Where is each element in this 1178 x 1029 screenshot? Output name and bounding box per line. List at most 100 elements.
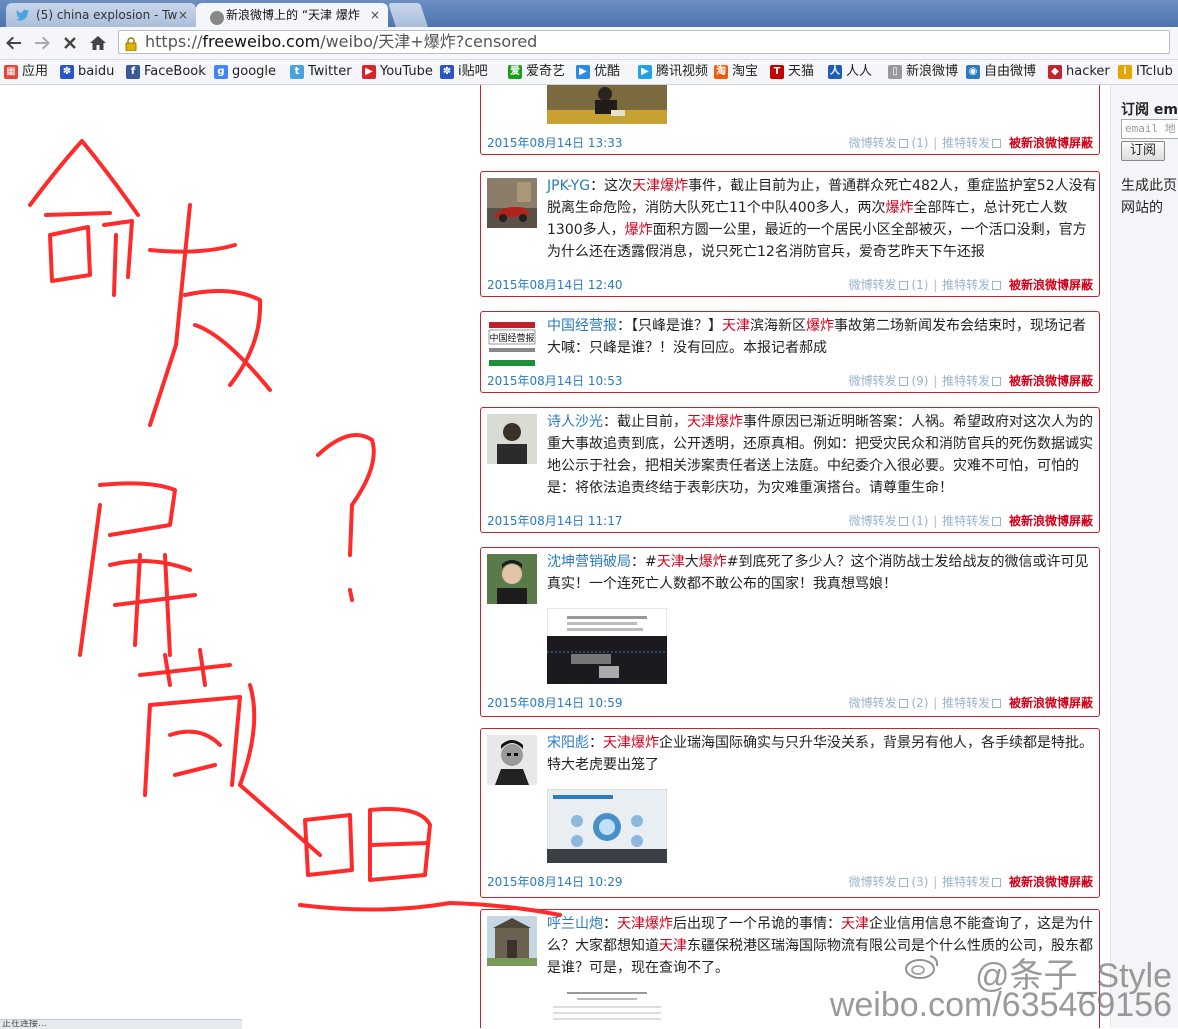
post-author[interactable]: 诗人沙光 [547, 414, 603, 430]
external-link-icon [898, 699, 908, 708]
paw-icon: ✽ [440, 65, 454, 79]
email-field[interactable]: email 地 [1121, 119, 1178, 139]
keyword-highlight: 爆炸 [660, 178, 689, 194]
shield-icon: ◆ [1048, 65, 1062, 79]
tab-freeweibo[interactable]: 新浪微博上的 “天津 爆炸 × [196, 3, 388, 27]
close-icon[interactable]: × [370, 3, 380, 27]
weibo-repost-link[interactable]: 微博转发 [849, 136, 908, 150]
svg-text:中国经营报: 中国经营报 [489, 332, 534, 344]
paw-icon: ✽ [60, 65, 74, 79]
keyword-highlight: 爆炸 [698, 554, 727, 570]
external-link-icon [992, 281, 1002, 290]
bookmark-item[interactable]: T 天猫 [770, 61, 814, 83]
tweet-repost-link[interactable]: 推特转发 [942, 136, 1002, 150]
weibo-repost-link[interactable]: 微博转发 [849, 374, 908, 388]
post-text-segment: 后出现了一个吊诡的事情： [673, 916, 841, 932]
post-actions: 微博转发 (9) | 推特转发 被新浪微博屏蔽 [849, 372, 1093, 390]
post-text-segment: 大 [684, 554, 699, 570]
avatar[interactable] [487, 916, 537, 966]
twitter-icon [16, 8, 30, 22]
post-author[interactable]: 呼兰山炮 [547, 916, 603, 932]
bookmark-item[interactable]: ✽ baidu [60, 61, 114, 83]
avatar[interactable] [487, 414, 537, 464]
post-text: JPK-YG：这次天津爆炸事件，截止目前为止，普通群众死亡482人，重症监护室5… [547, 175, 1097, 263]
bookmark-item[interactable]: 淘淘宝 [714, 61, 758, 83]
external-link-icon [898, 517, 908, 526]
close-icon[interactable]: × [178, 3, 188, 27]
bookmark-label: baidu [78, 64, 115, 79]
weibo-repost-link[interactable]: 微博转发 [849, 514, 908, 528]
bookmark-label: i贴吧 [458, 64, 488, 79]
back-button[interactable] [2, 31, 26, 55]
freeweibo-icon: ◉ [966, 65, 980, 79]
bookmark-item[interactable]: ▦ 应用 [4, 61, 48, 83]
twitter-icon: t [290, 65, 304, 79]
post-text-segment: ： [603, 916, 617, 932]
tab-twitter[interactable]: (5) china explosion - Tw × [6, 3, 196, 27]
iqiyi-icon: 爱 [508, 65, 522, 79]
bookmark-item[interactable]: ▯ 新浪微博 [888, 61, 958, 83]
tweet-repost-link[interactable]: 推特转发 [942, 514, 1002, 528]
subscribe-button[interactable]: 订阅 [1121, 141, 1165, 161]
weibo-repost-link[interactable]: 微博转发 [849, 696, 908, 710]
bookmark-item[interactable]: ◉ 自由微博 [966, 61, 1036, 83]
avatar[interactable] [487, 554, 537, 604]
subscribe-title: 订阅 ema [1121, 102, 1178, 118]
post-image[interactable] [547, 789, 667, 863]
bookmark-item[interactable]: ✽ i贴吧 [440, 61, 488, 83]
tab-strip: (5) china explosion - Tw × 新浪微博上的 “天津 爆炸… [0, 0, 1178, 27]
post-text: 呼兰山炮：天津爆炸后出现了一个吊诡的事情：天津企业信用信息不能查询了，这是为什么… [547, 913, 1097, 979]
youku-icon: ▶ [576, 65, 590, 79]
tweet-repost-link[interactable]: 推特转发 [942, 696, 1002, 710]
weibo-repost-link[interactable]: 微博转发 [849, 278, 908, 292]
bookmark-item[interactable]: f FaceBook [126, 61, 206, 83]
bookmark-item[interactable]: 人人人 [828, 61, 872, 83]
new-tab-button[interactable] [388, 3, 428, 27]
tweet-repost-link[interactable]: 推特转发 [942, 875, 1002, 889]
post-author[interactable]: 沈坤营销破局 [547, 554, 631, 570]
avatar[interactable] [487, 178, 537, 228]
post-actions: 微博转发 (1) | 推特转发 被新浪微博屏蔽 [849, 512, 1093, 530]
weibo-repost-link[interactable]: 微博转发 [849, 875, 908, 889]
bookmark-item[interactable]: i ITclub [1118, 61, 1173, 83]
youtube-icon: ▶ [362, 65, 376, 79]
taobao-icon: 淘 [714, 65, 728, 79]
bookmark-item[interactable]: ◆ hacker [1048, 61, 1110, 83]
avatar[interactable] [487, 735, 537, 785]
bookmark-item[interactable]: ▶ YouTube [362, 61, 433, 83]
keyword-highlight: 爆炸 [624, 222, 653, 238]
bookmark-item[interactable]: t Twitter [290, 61, 352, 83]
post-image[interactable] [547, 85, 667, 124]
post-date: 2015年08月14日 13:33 [487, 136, 623, 150]
home-button[interactable] [86, 31, 110, 55]
keyword-highlight: 爆炸 [631, 735, 659, 751]
address-bar[interactable]: https://freeweibo.com/weibo/天津+爆炸?censor… [118, 30, 1170, 54]
post-image[interactable] [547, 608, 667, 684]
separator: | [933, 696, 938, 710]
loading-icon [210, 11, 224, 25]
post-image[interactable] [547, 990, 667, 1028]
bookmark-item[interactable]: g google [214, 61, 276, 83]
stop-button[interactable] [58, 31, 82, 55]
external-link-icon [992, 517, 1002, 526]
bookmark-item[interactable]: ▶ 优酷 [576, 61, 620, 83]
forward-button[interactable] [30, 31, 54, 55]
sidebar-text: 生成此页高网站的 [1121, 178, 1178, 216]
repost-count: (1) [911, 278, 929, 292]
itclub-icon: i [1118, 65, 1132, 79]
post-author[interactable]: 宋阳彪 [547, 735, 589, 751]
tab-label: (5) china explosion - Tw [36, 8, 178, 22]
keyword-highlight: 爆炸 [645, 916, 673, 932]
avatar[interactable]: 中国经营报 [487, 318, 537, 368]
blocked-label: 被新浪微博屏蔽 [1008, 278, 1093, 292]
bookmark-item[interactable]: 爱爱奇艺 [508, 61, 565, 83]
facebook-icon: f [126, 65, 140, 79]
tweet-repost-link[interactable]: 推特转发 [942, 374, 1002, 388]
post-author[interactable]: 中国经营报 [547, 318, 617, 334]
bookmark-item[interactable]: ▶ 腾讯视频 [638, 61, 708, 83]
post-actions: 微博转发 (1) | 推特转发 被新浪微博屏蔽 [849, 276, 1093, 294]
tweet-repost-link[interactable]: 推特转发 [942, 278, 1002, 292]
post-author[interactable]: JPK-YG [547, 178, 590, 194]
post-meta: 2015年08月14日 10:29 微博转发 (3) | 推特转发 被新浪微博屏… [487, 873, 1093, 891]
repost-count: (3) [911, 875, 929, 889]
